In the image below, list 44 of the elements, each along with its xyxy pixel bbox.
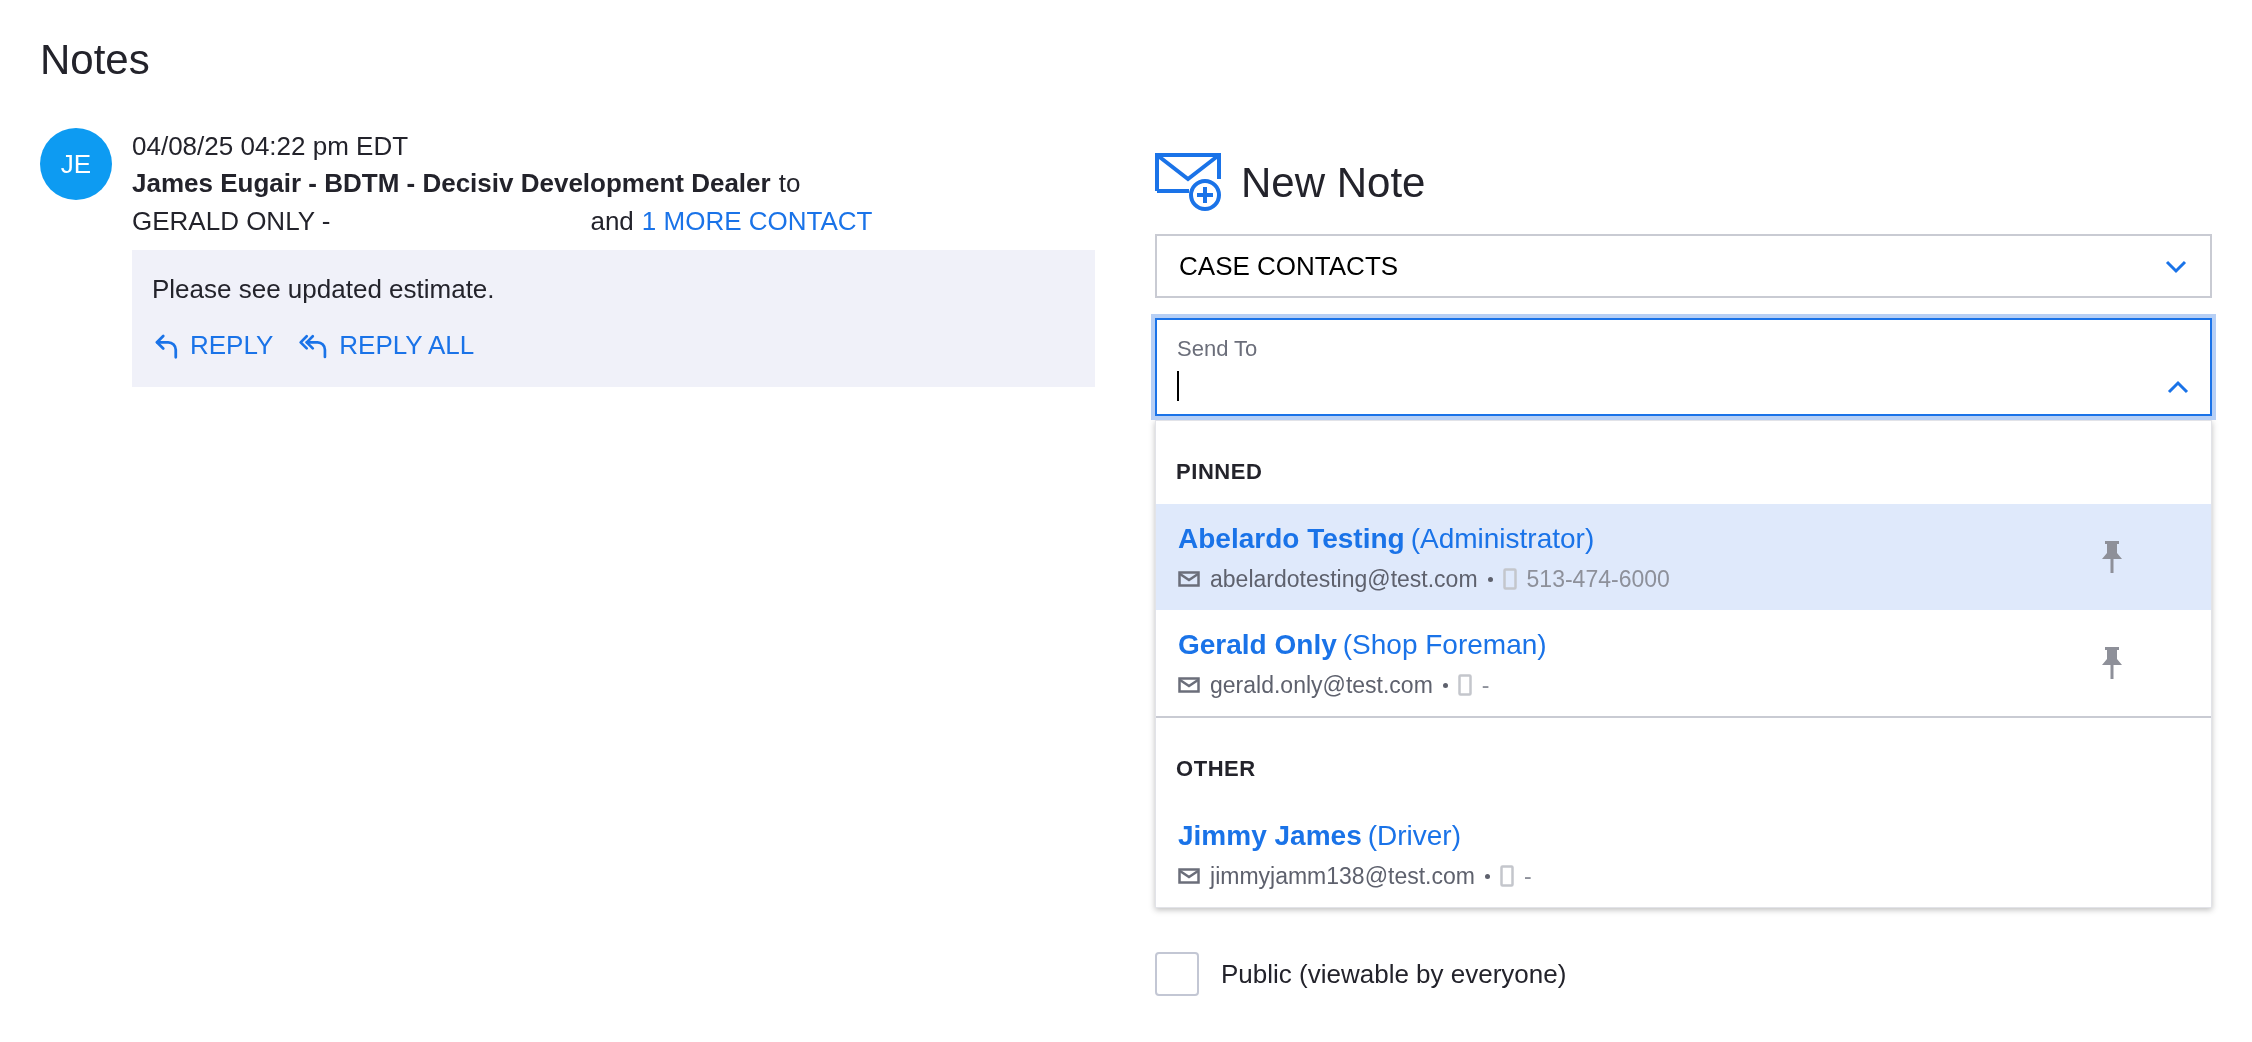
note-timestamp: 04/08/25 04:22 pm EDT xyxy=(132,130,409,163)
group-heading: OTHER xyxy=(1176,756,1256,781)
contact-phone: - xyxy=(1523,861,1532,891)
contact-phone: 513-474-6000 xyxy=(1526,564,1670,594)
contact-phone: - xyxy=(1481,670,1490,700)
page-title: Notes xyxy=(40,35,150,85)
phone-icon xyxy=(1457,674,1472,696)
contact-role: (Shop Foreman) xyxy=(1342,627,1547,662)
contact-option[interactable]: Abelardo Testing (Administrator) abelardotesting@test.com 513-474-6000 xyxy=(1156,504,2211,610)
contact-option[interactable]: Gerald Only (Shop Foreman) gerald.only@test.com - xyxy=(1156,610,2211,716)
envelope-icon xyxy=(1178,571,1200,587)
contact-email: abelardotesting@test.com xyxy=(1210,564,1478,594)
contact-email: jimmyjamm138@test.com xyxy=(1210,861,1475,891)
chevron-up-icon xyxy=(2166,380,2190,396)
envelope-plus-icon xyxy=(1155,153,1223,211)
to-text: to xyxy=(778,167,801,200)
contact-email: gerald.only@test.com xyxy=(1210,670,1433,700)
sender-name: James Eugair - BDTM - Decisiv Development Dealer xyxy=(132,167,771,200)
contact-role: (Driver) xyxy=(1367,818,1461,853)
pin-icon[interactable] xyxy=(2099,645,2125,681)
contact-name: Gerald Only xyxy=(1178,627,1337,662)
reply-button[interactable]: REPLY xyxy=(152,326,274,365)
group-heading: PINNED xyxy=(1176,459,1263,484)
pin-icon[interactable] xyxy=(2099,539,2125,575)
contact-name: Abelardo Testing xyxy=(1178,521,1405,556)
phone-icon xyxy=(1499,865,1514,887)
public-checkbox[interactable] xyxy=(1155,952,1199,996)
contact-name: Jimmy James xyxy=(1178,818,1362,853)
reply-all-button[interactable]: REPLY ALL xyxy=(297,326,475,365)
contact-role: (Administrator) xyxy=(1410,521,1595,556)
recipient-name: GERALD ONLY - xyxy=(132,205,331,238)
envelope-icon xyxy=(1178,677,1200,693)
chevron-down-icon xyxy=(2164,258,2188,274)
contact-type-select[interactable]: CASE CONTACTS xyxy=(1155,234,2212,298)
public-label: Public (viewable by everyone) xyxy=(1221,957,1567,991)
envelope-icon xyxy=(1178,868,1200,884)
avatar: JE xyxy=(40,128,112,200)
send-to-label: Send To xyxy=(1177,335,1258,363)
more-contacts-link[interactable]: 1 MORE CONTACT xyxy=(641,202,873,240)
contact-option[interactable]: Jimmy James (Driver) jimmyjamm138@test.com - xyxy=(1156,801,2211,907)
note-body-text: Please see updated estimate. xyxy=(152,273,495,306)
new-note-title: New Note xyxy=(1241,157,1426,208)
phone-icon xyxy=(1502,568,1517,590)
and-text: and xyxy=(590,205,634,238)
